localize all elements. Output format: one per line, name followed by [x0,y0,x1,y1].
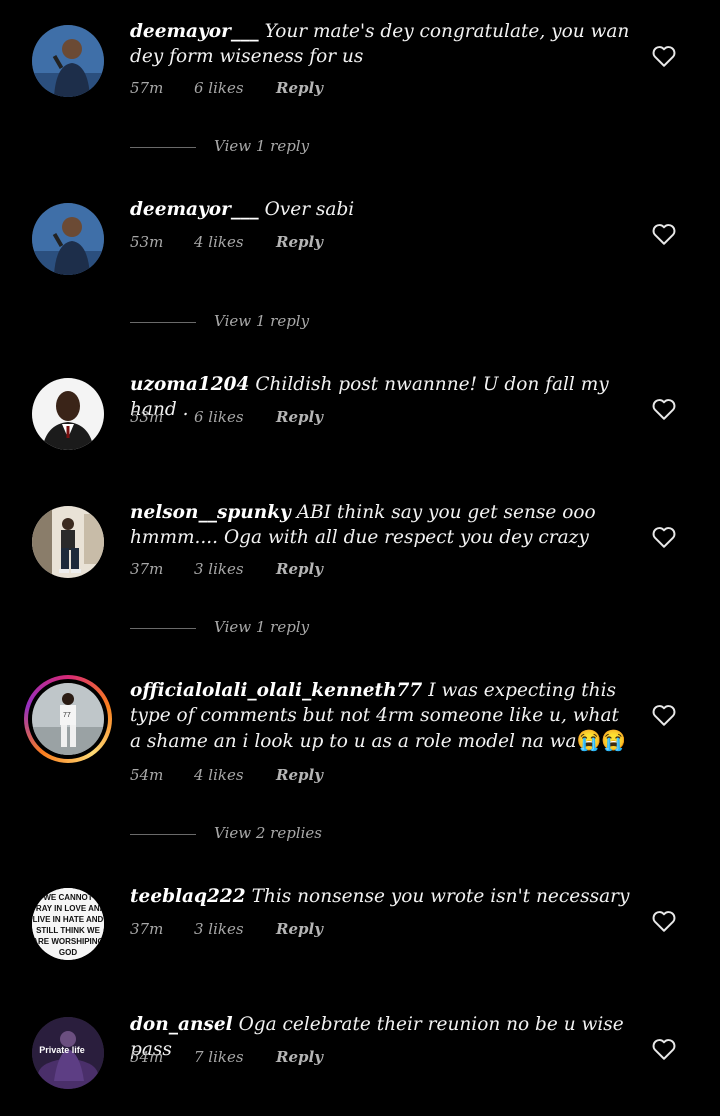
replies-divider-line [130,627,196,629]
replies-divider-line [130,833,196,835]
comment-likes[interactable]: 7 likes [194,1048,276,1066]
text-sign-avatar-icon: WE CANNOT PRAY IN LOVE AND LIVE IN HATE … [32,888,104,960]
reply-button[interactable]: Reply [276,766,323,784]
like-heart-icon[interactable] [651,397,677,421]
comment-time: 53m [130,408,164,426]
man-with-microphone-avatar-icon [32,25,104,97]
comment-username[interactable]: nelson__spunky [130,502,291,523]
comment-likes[interactable]: 6 likes [194,79,276,97]
view-replies-button[interactable]: View 2 replies [130,824,322,842]
like-heart-icon[interactable] [651,44,677,68]
crying-emoji: 😭😭 [576,728,627,752]
reply-button[interactable]: Reply [276,1048,323,1066]
comment-meta: 54m 4 likes Reply [130,766,323,784]
comment-likes[interactable]: 3 likes [194,920,276,938]
man-in-suit-avatar-icon [32,378,104,450]
replies-divider-line [130,321,196,323]
comment-meta: 54m 7 likes Reply [130,1048,323,1066]
comment-text: deemayor___ Over sabi [130,199,355,220]
view-replies-button[interactable]: View 1 reply [130,137,309,155]
comment-time: 54m [130,766,164,784]
comment-username[interactable]: officialolali_olali_kenneth77 [130,680,422,701]
sign-line: GOD [59,948,77,957]
seated-man-avatar-icon [32,506,104,578]
sign-line: ARE WORSHIPING [32,937,104,946]
avatar[interactable] [32,25,104,97]
comment-meta: 37m 3 likes Reply [130,920,323,938]
avatar: 77 [32,683,104,755]
reply-button[interactable]: Reply [276,408,323,426]
comment-username[interactable]: deemayor___ [130,199,259,220]
reply-button[interactable]: Reply [276,560,323,578]
avatar[interactable] [32,506,104,578]
comment-username[interactable]: teeblaq222 [130,886,246,907]
comment-meta: 53m 6 likes Reply [130,408,323,426]
comment-text: teeblaq222 This nonsense you wrote isn't … [130,886,630,907]
comment-username[interactable]: don_ansel [130,1014,233,1035]
avatar[interactable]: Private life [32,1017,104,1089]
reply-button[interactable]: Reply [276,920,323,938]
private-life-avatar-icon: Private life [32,1017,104,1089]
sign-line: STILL THINK WE [36,926,101,935]
comment-time: 37m [130,560,164,578]
avatar-caption: Private life [39,1045,85,1055]
like-heart-icon[interactable] [651,222,677,246]
avatar[interactable]: WE CANNOT PRAY IN LOVE AND LIVE IN HATE … [32,888,104,960]
sign-line: WE CANNOT [43,893,92,902]
reply-button[interactable]: Reply [276,79,323,97]
view-replies-button[interactable]: View 1 reply [130,312,309,330]
view-replies-button[interactable]: View 1 reply [130,618,309,636]
like-heart-icon[interactable] [651,909,677,933]
avatar[interactable] [32,378,104,450]
comment-likes[interactable]: 4 likes [194,766,276,784]
sign-line: PRAY IN LOVE AND [32,904,104,913]
comment-meta: 57m 6 likes Reply [130,79,323,97]
footballer-avatar-icon: 77 [32,683,104,755]
comment-time: 57m [130,79,164,97]
comment-likes[interactable]: 4 likes [194,233,276,251]
comment-likes[interactable]: 3 likes [194,560,276,578]
comment-text: nelson__spunky ABI think say you get sens… [130,502,596,548]
sign-line: LIVE IN HATE AND [33,915,104,924]
comment-time: 54m [130,1048,164,1066]
comment-text: deemayor___ Your mate's dey congratulate,… [130,21,630,67]
replies-divider-line [130,146,196,148]
svg-text:77: 77 [63,712,71,719]
comment-username[interactable]: uzoma1204 [130,374,249,395]
man-with-microphone-avatar-icon [32,203,104,275]
reply-button[interactable]: Reply [276,233,323,251]
comment-meta: 37m 3 likes Reply [130,560,323,578]
like-heart-icon[interactable] [651,1037,677,1061]
story-ring[interactable]: 77 [24,675,112,763]
comment-meta: 53m 4 likes Reply [130,233,323,251]
comment-time: 37m [130,920,164,938]
like-heart-icon[interactable] [651,525,677,549]
avatar[interactable] [32,203,104,275]
comment-likes[interactable]: 6 likes [194,408,276,426]
comment-username[interactable]: deemayor___ [130,21,259,42]
like-heart-icon[interactable] [651,703,677,727]
comment-time: 53m [130,233,164,251]
comment-text: officialolali_olali_kenneth77 I was expec… [130,680,627,752]
